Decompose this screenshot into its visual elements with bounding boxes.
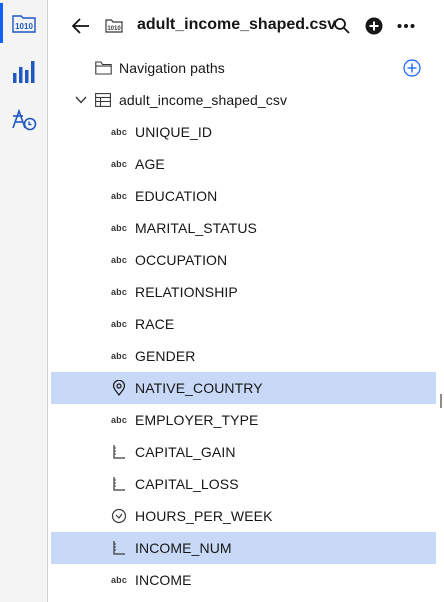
column-name: EMPLOYER_TYPE [135,412,259,428]
column-name: CAPITAL_LOSS [135,476,239,492]
navigation-paths-label: Navigation paths [119,60,225,76]
column-name: MARITAL_STATUS [135,220,257,236]
column-name: RACE [135,316,175,332]
svg-text:1010: 1010 [107,26,121,32]
column-row-race[interactable]: abc RACE [51,308,436,340]
column-row-gender[interactable]: abc GENDER [51,340,436,372]
column-row-employer-type[interactable]: abc EMPLOYER_TYPE [51,404,436,436]
abc-text-icon: abc [110,255,128,265]
clock-icon [111,508,127,524]
more-horizontal-icon [397,24,415,28]
table-name-label: adult_income_shaped_csv [119,92,288,108]
table-icon [95,93,111,107]
page-title: adult_income_shaped.csv [137,16,337,33]
data-file-icon: 1010 [105,19,123,33]
column-row-unique-id[interactable]: abc UNIQUE_ID [51,116,436,148]
column-name: NATIVE_COUNTRY [135,380,263,396]
column-row-capital-loss[interactable]: CAPITAL_LOSS [51,468,436,500]
column-name: HOURS_PER_WEEK [135,508,273,524]
column-row-hours-per-week[interactable]: HOURS_PER_WEEK [51,500,436,532]
abc-text-icon: abc [110,415,128,425]
abc-text-icon: abc [110,319,128,329]
column-row-relationship[interactable]: abc RELATIONSHIP [51,276,436,308]
arrow-left-icon [72,18,89,34]
column-name: INCOME [135,572,192,588]
svg-text:1010: 1010 [15,22,33,31]
column-row-capital-gain[interactable]: CAPITAL_GAIN [51,436,436,468]
column-name: UNIQUE_ID [135,124,213,140]
measure-ruler-icon [111,444,127,460]
back-button[interactable] [69,14,93,38]
overflow-menu-button[interactable] [394,15,418,37]
resize-handle[interactable] [440,394,442,408]
search-icon [334,18,350,34]
column-row-native-country[interactable]: NATIVE_COUNTRY [51,372,436,404]
abc-text-icon: abc [110,575,128,585]
column-name: AGE [135,156,165,172]
rail-analysis-button[interactable] [0,96,48,144]
add-filled-icon [365,17,383,35]
left-nav-rail: 1010 [0,0,48,602]
measure-ruler-icon [111,476,127,492]
search-button[interactable] [331,15,353,37]
chevron-down-icon[interactable] [74,94,88,106]
data-source-icon: 1010 [12,15,36,33]
abc-text-icon: abc [110,351,128,361]
column-name: OCCUPATION [135,252,228,268]
column-name: RELATIONSHIP [135,284,238,300]
panel-header: 1010 adult_income_shaped.csv [49,0,444,52]
column-row-age[interactable]: abc AGE [51,148,436,180]
column-name: CAPITAL_GAIN [135,444,236,460]
column-row-marital-status[interactable]: abc MARITAL_STATUS [51,212,436,244]
rail-visualizations-button[interactable] [0,48,48,96]
abc-text-icon: abc [110,287,128,297]
add-circle-icon [403,59,421,77]
add-navigation-path-button[interactable] [402,58,422,78]
abc-text-icon: abc [110,191,128,201]
column-row-education[interactable]: abc EDUCATION [51,180,436,212]
measure-ruler-icon [111,540,127,556]
rail-data-button[interactable]: 1010 [0,0,48,48]
abc-text-icon: abc [110,127,128,137]
folder-icon [94,60,112,76]
abc-text-icon: abc [110,223,128,233]
column-row-occupation[interactable]: abc OCCUPATION [51,244,436,276]
file-type-icon-wrap: 1010 [104,16,124,36]
add-button[interactable] [363,15,385,37]
text-analysis-icon [12,108,37,131]
column-row-income-num[interactable]: INCOME_NUM [51,532,436,564]
column-name: GENDER [135,348,196,364]
table-node-row[interactable]: adult_income_shaped_csv [51,84,436,116]
abc-text-icon: abc [110,159,128,169]
location-pin-icon [111,380,127,396]
column-name: INCOME_NUM [135,540,232,556]
navigation-paths-row[interactable]: Navigation paths [51,52,436,84]
bar-chart-icon [13,61,35,83]
column-name: EDUCATION [135,188,218,204]
column-row-income[interactable]: abc INCOME [51,564,436,596]
